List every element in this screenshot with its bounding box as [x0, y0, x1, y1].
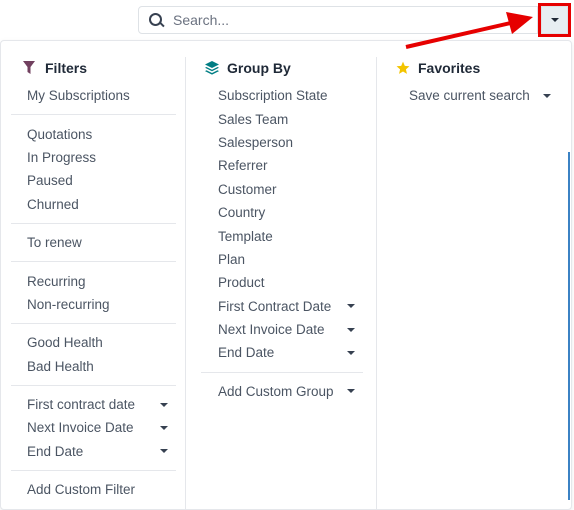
groupby-item-referrer[interactable]: Referrer — [201, 154, 363, 177]
groupby-item-label: Country — [218, 205, 266, 221]
filter-item-good-health[interactable]: Good Health — [11, 331, 176, 354]
filter-item-first-contract-date[interactable]: First contract date — [11, 393, 176, 416]
caret-down-icon[interactable] — [160, 425, 168, 430]
caret-down-icon[interactable] — [160, 449, 168, 454]
groupby-item-label: Subscription State — [218, 88, 328, 104]
filter-item-label: Bad Health — [27, 358, 94, 374]
groupby-header: Group By — [201, 57, 363, 79]
favorites-item-save-current-search[interactable]: Save current search — [392, 84, 557, 107]
caret-down-icon[interactable] — [347, 389, 355, 394]
groupby-item-label: Template — [218, 228, 273, 244]
caret-down-icon[interactable] — [347, 327, 355, 332]
filter-item-label: Paused — [27, 173, 73, 189]
favorites-column: Favorites Save current search — [392, 57, 557, 509]
groupby-item-label: End Date — [218, 345, 275, 361]
layers-icon — [205, 61, 219, 75]
groupby-item-label: Next Invoice Date — [218, 322, 325, 338]
groupby-item-country[interactable]: Country — [201, 201, 363, 224]
divider — [11, 384, 176, 386]
groupby-item-customer[interactable]: Customer — [201, 178, 363, 201]
caret-down-icon[interactable] — [347, 350, 355, 355]
filter-item-next-invoice-date[interactable]: Next Invoice Date — [11, 416, 176, 439]
groupby-item-end-date[interactable]: End Date — [201, 341, 363, 364]
search-icon — [149, 13, 163, 27]
caret-down-icon[interactable] — [543, 93, 551, 98]
groupby-item-sales-team[interactable]: Sales Team — [201, 107, 363, 130]
filter-item-label: In Progress — [27, 149, 97, 165]
star-icon — [396, 61, 410, 75]
favorites-title: Favorites — [418, 60, 481, 76]
filter-item-label: To renew — [27, 235, 82, 251]
filter-item-recurring[interactable]: Recurring — [11, 269, 176, 292]
filter-item-to-renew[interactable]: To renew — [11, 231, 176, 254]
filter-item-churned[interactable]: Churned — [11, 193, 176, 216]
filters-header: Filters — [11, 57, 176, 79]
divider — [11, 222, 176, 224]
filter-item-label: Recurring — [27, 273, 86, 289]
groupby-item-label: Sales Team — [218, 111, 289, 127]
divider — [11, 323, 176, 325]
caret-down-icon[interactable] — [160, 402, 168, 407]
filters-title: Filters — [45, 60, 88, 76]
groupby-column: Group By Subscription State Sales Team Sal… — [201, 57, 363, 509]
filter-item-non-recurring[interactable]: Non-recurring — [11, 293, 176, 316]
groupby-item-label: Salesperson — [218, 134, 294, 150]
column-divider — [376, 57, 377, 509]
filter-item-label: Good Health — [27, 335, 103, 351]
filter-item-label: First contract date — [27, 397, 136, 413]
groupby-title: Group By — [227, 60, 291, 76]
groupby-item-product[interactable]: Product — [201, 271, 363, 294]
groupby-item-label: First Contract Date — [218, 298, 332, 314]
groupby-item-add-custom-group[interactable]: Add Custom Group — [201, 380, 363, 403]
filter-item-label: Quotations — [27, 126, 93, 142]
caret-down-icon — [550, 18, 559, 22]
filters-column: Filters My Subscriptions Quotations In Pro… — [11, 57, 176, 509]
divider — [11, 114, 176, 116]
groupby-item-subscription-state[interactable]: Subscription State — [201, 84, 363, 107]
search-bar — [138, 6, 538, 34]
caret-down-icon[interactable] — [347, 304, 355, 309]
filter-item-add-custom-filter[interactable]: Add Custom Filter — [11, 478, 176, 501]
filter-item-label: Churned — [27, 196, 79, 212]
filter-item-label: Non-recurring — [27, 296, 110, 312]
search-options-toggle-button[interactable] — [541, 6, 568, 34]
groupby-item-plan[interactable]: Plan — [201, 248, 363, 271]
filter-item-paused[interactable]: Paused — [11, 169, 176, 192]
groupby-item-next-invoice-date[interactable]: Next Invoice Date — [201, 318, 363, 341]
divider — [11, 261, 176, 263]
groupby-item-salesperson[interactable]: Salesperson — [201, 131, 363, 154]
favorites-item-label: Save current search — [409, 88, 530, 104]
filter-icon — [23, 61, 37, 75]
filter-item-label: Next Invoice Date — [27, 420, 134, 436]
search-options-panel: Filters My Subscriptions Quotations In Pro… — [0, 40, 572, 510]
search-input[interactable] — [171, 11, 537, 29]
groupby-item-template[interactable]: Template — [201, 224, 363, 247]
filter-item-label: End Date — [27, 443, 84, 459]
groupby-item-label: Product — [218, 275, 265, 291]
divider — [201, 371, 363, 373]
groupby-item-label: Referrer — [218, 158, 268, 174]
filter-item-my-subscriptions[interactable]: My Subscriptions — [11, 84, 176, 107]
filter-item-end-date[interactable]: End Date — [11, 440, 176, 463]
accent-line — [568, 152, 570, 500]
groupby-item-label: Plan — [218, 251, 246, 267]
filter-item-label: My Subscriptions — [27, 88, 130, 104]
groupby-item-first-contract-date[interactable]: First Contract Date — [201, 295, 363, 318]
filter-item-label: Add Custom Filter — [27, 482, 136, 498]
column-divider — [185, 57, 186, 509]
divider — [11, 470, 176, 472]
filter-item-quotations[interactable]: Quotations — [11, 122, 176, 145]
filter-item-bad-health[interactable]: Bad Health — [11, 355, 176, 378]
groupby-item-label: Add Custom Group — [218, 383, 334, 399]
groupby-item-label: Customer — [218, 181, 277, 197]
favorites-header: Favorites — [392, 57, 557, 79]
filter-item-in-progress[interactable]: In Progress — [11, 146, 176, 169]
